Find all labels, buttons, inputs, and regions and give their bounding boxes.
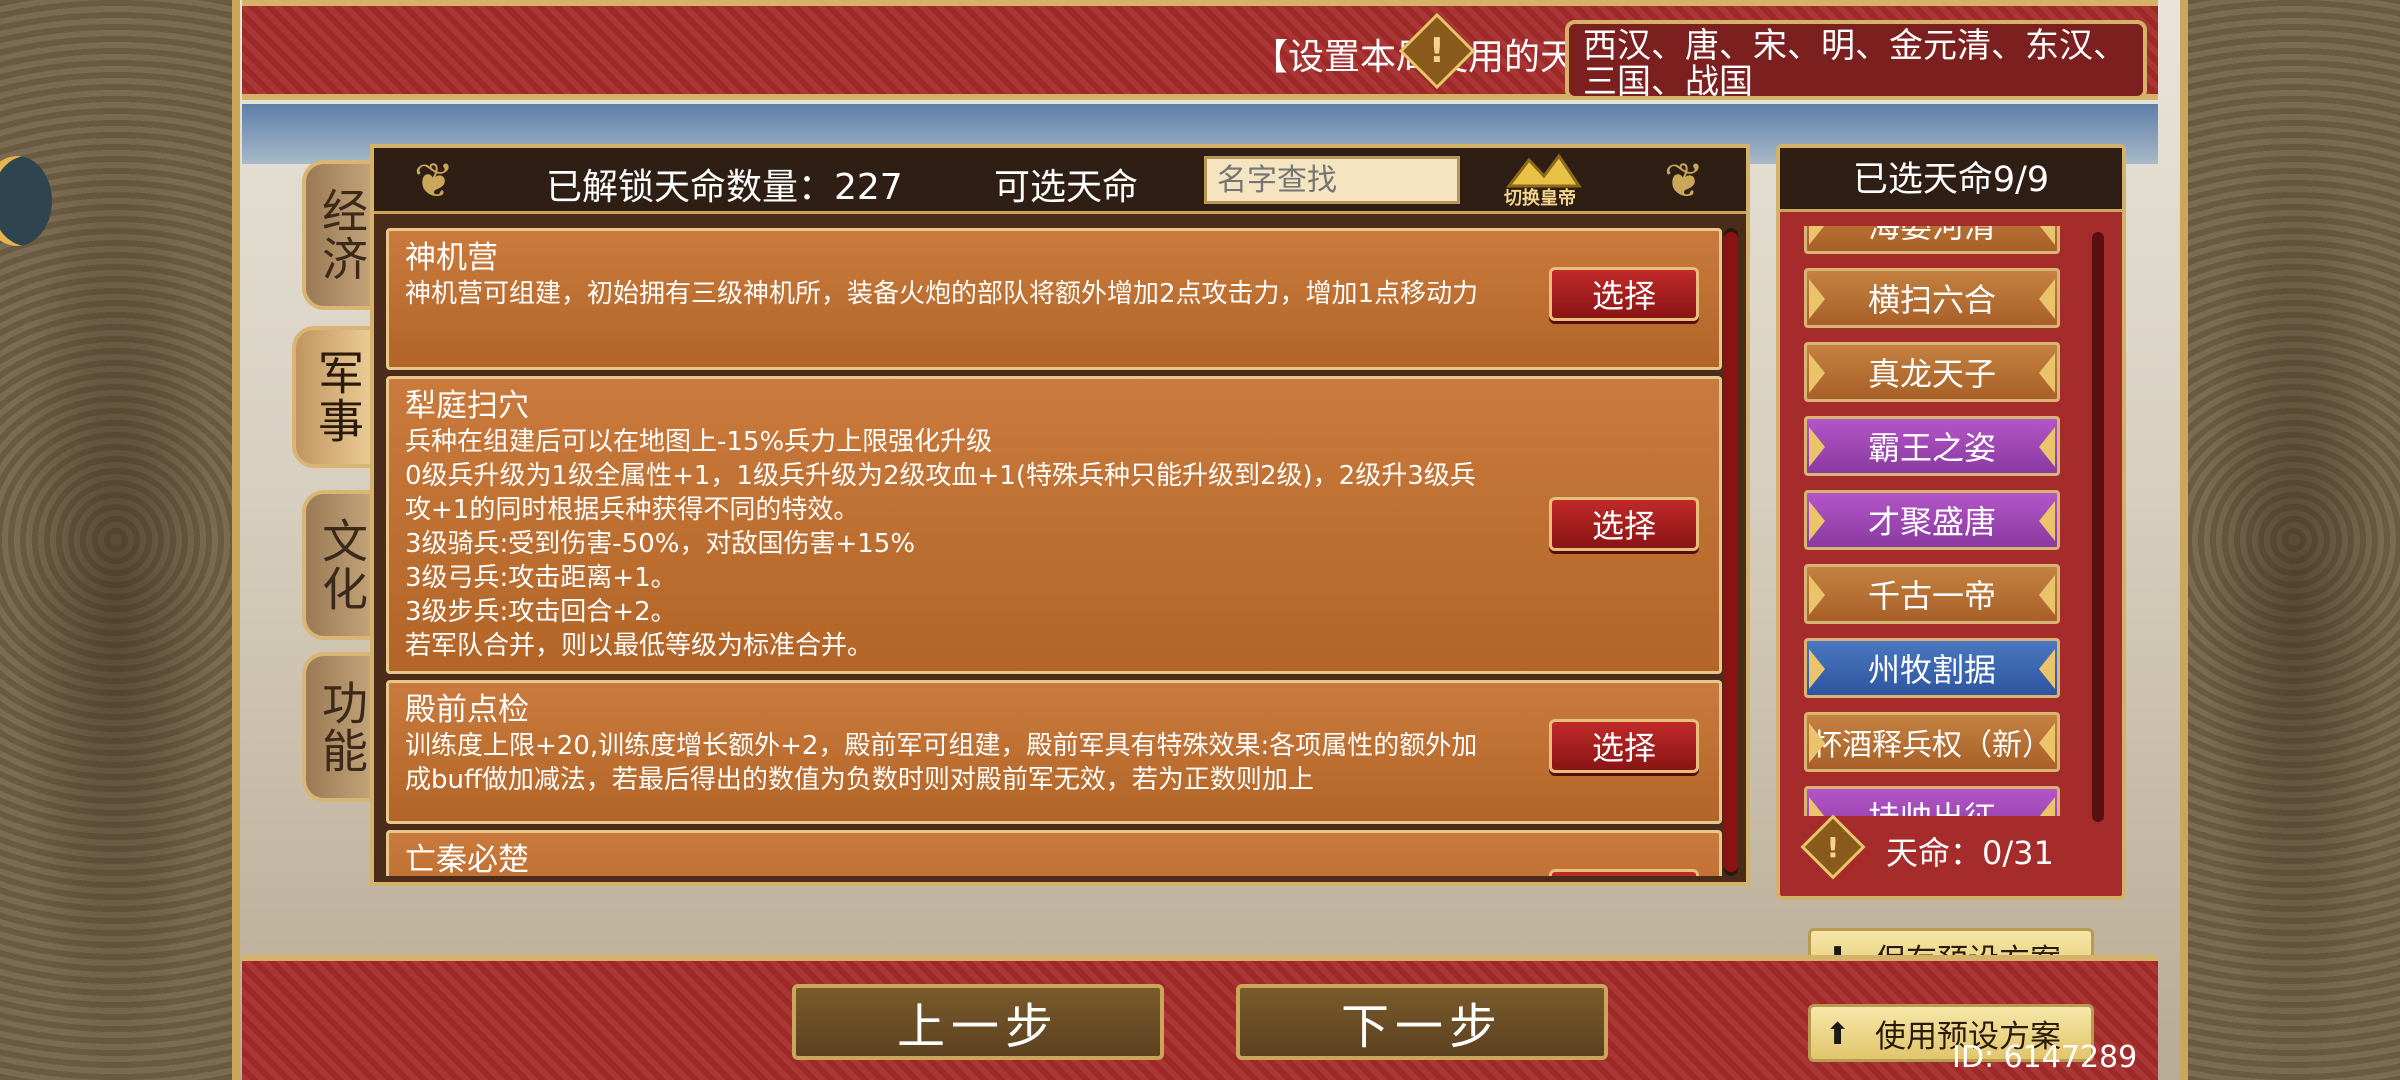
selected-panel: 已选天命9/9 海晏河清 横扫六合 真龙天子 霸王之姿 才聚盛唐 千古一帝 州牧… — [1776, 144, 2126, 900]
mandate-card: 亡秦必楚 选择 — [386, 830, 1722, 876]
prev-step-button[interactable]: 上一步 — [792, 984, 1164, 1060]
selected-item[interactable]: 千古一帝 — [1804, 564, 2060, 624]
select-button[interactable]: 选择 — [1549, 497, 1699, 551]
top-banner: 【设置本局使用的天命】 ! 西汉、唐、宋、明、金元清、东汉、三国、战国 — [242, 0, 2158, 100]
card-desc: 神机营可组建，初始拥有三级神机所，装备火炮的部队将额外增加2点攻击力，增加1点移… — [405, 279, 1479, 309]
upload-icon: ⬆ — [1825, 1017, 1851, 1052]
selected-item[interactable]: 霸王之姿 — [1804, 416, 2060, 476]
card-desc: 训练度上限+20,训练度增长额外+2，殿前军可组建，殿前军具有特殊效果:各项属性… — [405, 731, 1478, 795]
card-title: 犁庭扫穴 — [405, 388, 529, 424]
available-label: 可选天命 — [994, 167, 1139, 208]
search-input[interactable] — [1204, 156, 1460, 204]
select-button[interactable]: 选择 — [1549, 719, 1699, 773]
selected-item[interactable]: 州牧割据 — [1804, 638, 2060, 698]
switch-emperor-label[interactable]: 切换皇帝 — [1504, 184, 1576, 210]
mandate-list: 神机营 神机营可组建，初始拥有三级神机所，装备火炮的部队将额外增加2点攻击力，增… — [386, 228, 1724, 876]
selected-item[interactable]: 真龙天子 — [1804, 342, 2060, 402]
info-icon[interactable]: ! — [1800, 814, 1866, 880]
left-decor-border — [0, 0, 240, 1080]
select-button[interactable]: 选择 — [1549, 267, 1699, 321]
selected-item[interactable]: 横扫六合 — [1804, 268, 2060, 328]
selected-item[interactable]: 才聚盛唐 — [1804, 490, 2060, 550]
selected-header: 已选天命9/9 — [1780, 148, 2122, 212]
dragon-ornament-left-icon: ❦ — [413, 153, 455, 209]
selected-item[interactable]: 海晏河清 — [1804, 226, 2060, 254]
mandate-card: 神机营 神机营可组建，初始拥有三级神机所，装备火炮的部队将额外增加2点攻击力，增… — [386, 228, 1722, 370]
unlocked-count: 已解锁天命数量：227 — [546, 167, 903, 208]
card-desc: 兵种在组建后可以在地图上-15%兵力上限强化升级 0级兵升级为1级全属性+1，1… — [405, 427, 1476, 661]
right-decor-border — [2180, 0, 2400, 1080]
mandate-panel: ❦ 已解锁天命数量：227 可选天命 切换皇帝 ❦ 神机营 神机营可组建，初始拥… — [370, 144, 1750, 886]
dragon-ornament-right-icon: ❦ — [1663, 153, 1705, 209]
player-id: ID: 6147289 — [1952, 1040, 2138, 1075]
select-button[interactable]: 选择 — [1549, 869, 1699, 876]
mandate-card: 犁庭扫穴 兵种在组建后可以在地图上-15%兵力上限强化升级 0级兵升级为1级全属… — [386, 376, 1722, 674]
selected-list: 海晏河清 横扫六合 真龙天子 霸王之姿 才聚盛唐 千古一帝 州牧割据 杯酒释兵权… — [1804, 226, 2068, 816]
mandate-count: 天命：0/31 — [1886, 834, 2054, 872]
list-scrollbar[interactable] — [1724, 228, 1738, 876]
card-title: 殿前点检 — [405, 692, 529, 728]
card-title: 神机营 — [405, 240, 498, 276]
panel-header: ❦ 已解锁天命数量：227 可选天命 切换皇帝 ❦ — [374, 148, 1746, 214]
selected-item[interactable]: 杯酒释兵权（新） — [1804, 712, 2060, 772]
mandate-card: 殿前点检 训练度上限+20,训练度增长额外+2，殿前军可组建，殿前军具有特殊效果… — [386, 680, 1722, 824]
card-title: 亡秦必楚 — [405, 842, 529, 876]
selected-scrollbar[interactable] — [2092, 232, 2104, 822]
next-step-button[interactable]: 下一步 — [1236, 984, 1608, 1060]
selected-item[interactable]: 挂帅出征 — [1804, 786, 2060, 816]
dynasty-list: 西汉、唐、宋、明、金元清、东汉、三国、战国 — [1565, 20, 2147, 100]
